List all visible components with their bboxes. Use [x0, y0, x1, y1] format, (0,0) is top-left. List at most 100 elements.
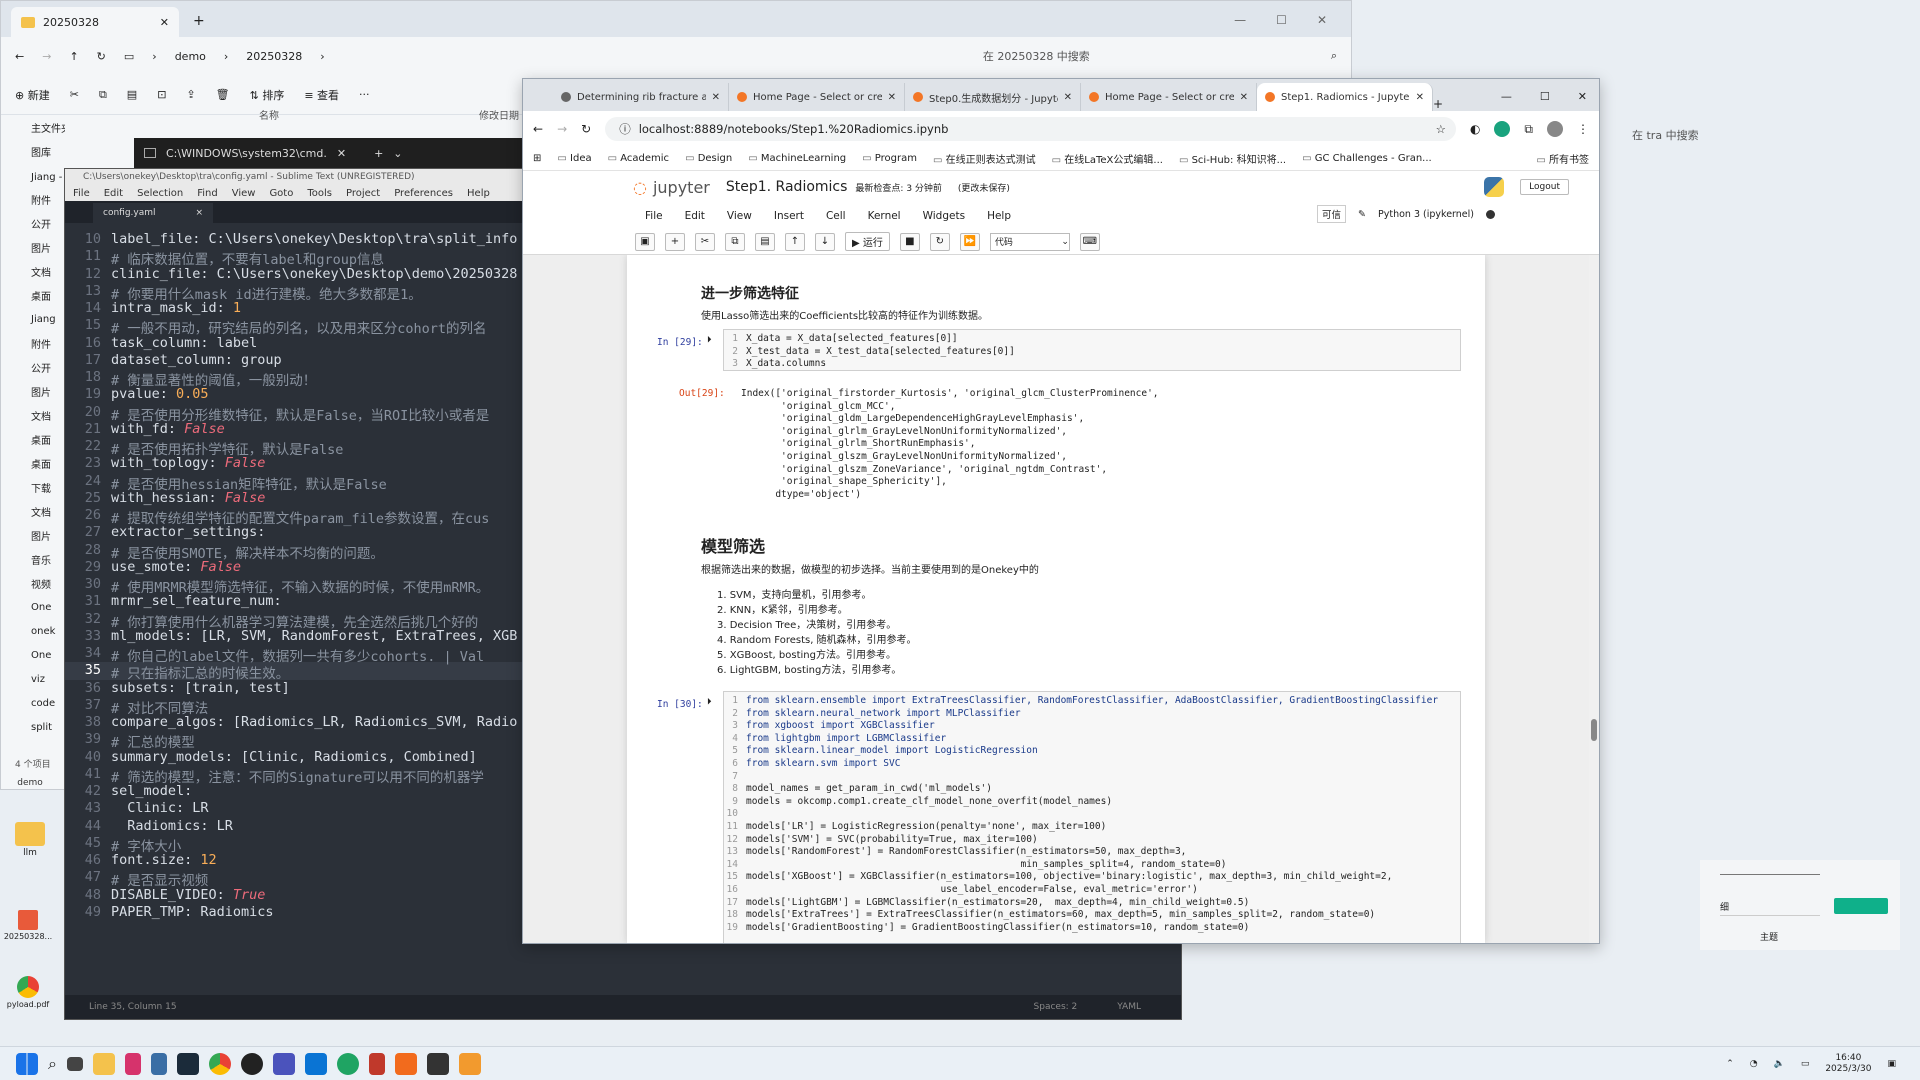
bookmark-item[interactable]: ▭ MachineLearning [748, 153, 846, 164]
close-window-icon[interactable]: ✕ [1317, 13, 1327, 27]
menu-item-help[interactable]: Help [467, 188, 490, 199]
run-cell-icon[interactable]: ⏵ [707, 697, 712, 707]
chrome-icon[interactable] [208, 1052, 231, 1075]
close-icon[interactable]: ✕ [160, 16, 169, 29]
avatar[interactable] [1547, 121, 1563, 137]
scrollbar-thumb[interactable] [1591, 719, 1597, 741]
sidebar-item[interactable]: 桌面 [1, 451, 65, 475]
jupyter-logo-icon[interactable]: ◌ [633, 178, 647, 197]
browser-tab[interactable]: Step1. Radiomics - Jupyter N ✕ [1257, 83, 1433, 111]
menu-item-view[interactable]: View [232, 188, 256, 199]
sidebar-item[interactable]: 视频 [1, 571, 65, 595]
browser-tab[interactable]: Determining rib fracture age ✕ [553, 83, 729, 111]
sublime-app-icon[interactable] [458, 1052, 481, 1075]
sidebar-item[interactable]: Jiang - 个人 [1, 163, 65, 187]
file-explorer-icon[interactable] [92, 1052, 115, 1075]
restart-run-all-icon[interactable]: ⏩ [959, 232, 980, 251]
breadcrumb-demo[interactable]: demo [175, 50, 206, 63]
sidebar-item[interactable]: 附件 [1, 331, 65, 355]
close-icon[interactable]: ✕ [1240, 92, 1248, 103]
jupyter-menu-widgets[interactable]: Widgets [923, 210, 965, 222]
browser-tab[interactable]: Step0.生成数据划分 - Jupyter ✕ [905, 83, 1081, 111]
pink-app-icon[interactable] [124, 1052, 141, 1075]
extension-icon[interactable]: ◐ [1470, 122, 1480, 136]
sidebar-item[interactable]: 下载 [1, 475, 65, 499]
stop-icon[interactable]: ■ [899, 232, 920, 251]
sidebar-item[interactable]: 文档 [1, 259, 65, 283]
url-bar[interactable]: ⓘ localhost:8889/notebooks/Step1.%20Radi… [605, 117, 1456, 141]
bookmark-item[interactable]: ▭ 在线LaTeX公式编辑... [1052, 151, 1163, 166]
browser-tab[interactable]: Home Page - Select or creat ✕ [1081, 83, 1257, 111]
bookmark-item[interactable]: ▭ Academic [608, 153, 669, 164]
background-search-input[interactable]: 在 tra 中搜索 [1632, 122, 1812, 148]
sidebar-item[interactable]: 文档 [1, 403, 65, 427]
back-icon[interactable]: ← [15, 50, 24, 63]
monitor-icon[interactable]: ▭ [124, 50, 134, 63]
code-cell-30[interactable]: 1 from sklearn.ensemble import ExtraTrees… [723, 691, 1461, 943]
sidebar-item[interactable]: onek [1, 619, 65, 643]
minimize-icon[interactable]: — [1501, 90, 1512, 103]
sidebar-item[interactable]: 图片 [1, 379, 65, 403]
bookmark-item[interactable]: ▭ 所有书签 [1536, 151, 1589, 166]
jupyter-menu-kernel[interactable]: Kernel [868, 210, 901, 222]
view-button[interactable]: ≡ 查看 [304, 87, 339, 103]
bookmark-item[interactable]: ▭ Program [862, 153, 917, 164]
menu-item-tools[interactable]: Tools [307, 188, 332, 199]
clock[interactable]: 16:40 2025/3/30 [1825, 1053, 1871, 1075]
close-window-icon[interactable]: ✕ [1578, 90, 1587, 103]
sidebar-item[interactable]: 图片 [1, 523, 65, 547]
sidebar-item[interactable]: One [1, 595, 65, 619]
maximize-icon[interactable]: ☐ [1276, 13, 1287, 27]
trusted-badge[interactable]: 可信 [1317, 205, 1347, 223]
sidebar-item[interactable]: 文档 [1, 499, 65, 523]
paste-icon[interactable]: ▤ [127, 88, 137, 101]
add-cell-icon[interactable]: + [665, 232, 685, 251]
notebook-title[interactable]: Step1. Radiomics [726, 179, 848, 195]
logout-button[interactable]: Logout [1520, 179, 1569, 195]
notebook-scroll-area[interactable]: 进一步筛选特征 使用Lasso筛选出来的Coefficients比较高的特征作为… [523, 255, 1599, 943]
back-icon[interactable]: ← [533, 122, 543, 136]
explorer-tab[interactable]: 20250328 ✕ [11, 7, 179, 37]
desktop-icon-llm[interactable]: llm [6, 822, 54, 858]
keyboard-icon[interactable]: ⌨ [1079, 232, 1100, 251]
cmd-window-titlebar[interactable]: C:\WINDOWS\system32\cmd. ✕ + ⌄ [134, 138, 554, 168]
copy-icon[interactable]: ⧉ [725, 232, 745, 251]
notification-icon[interactable]: ▣ [1887, 1059, 1896, 1069]
menu-item-file[interactable]: File [73, 188, 90, 199]
desktop-icon-file[interactable]: 20250328... [0, 910, 56, 941]
jupyter-menu-edit[interactable]: Edit [685, 210, 705, 222]
breadcrumb-current[interactable]: 20250328 [246, 50, 302, 63]
move-up-icon[interactable]: ↑ [785, 232, 805, 251]
cut-icon[interactable]: ✂ [695, 232, 715, 251]
vscode-icon[interactable] [304, 1052, 327, 1075]
indent-setting[interactable]: Spaces: 2 [1034, 1002, 1078, 1012]
new-button[interactable]: ⊕ 新建 [15, 87, 50, 103]
close-icon[interactable]: × [195, 208, 203, 218]
jupyter-menu-view[interactable]: View [727, 210, 752, 222]
green-app-icon[interactable] [336, 1052, 359, 1075]
red-app-icon[interactable] [368, 1052, 385, 1075]
editor-tab[interactable]: config.yaml × [93, 203, 213, 223]
restart-icon[interactable]: ↻ [929, 232, 950, 251]
bookmark-item[interactable]: ▭ Idea [557, 153, 591, 164]
bookmark-item[interactable]: ▭ GC Challenges - Gran... [1302, 153, 1432, 164]
edit-icon[interactable]: ✎ [1358, 209, 1366, 220]
network-icon[interactable]: ◔ [1750, 1059, 1758, 1069]
sidebar-item[interactable]: code [1, 691, 65, 715]
bookmark-item[interactable]: ▭ Sci-Hub: 科知识将... [1179, 151, 1286, 166]
volume-icon[interactable]: 🔈 [1774, 1059, 1785, 1069]
sidebar-item[interactable]: 图库 [1, 139, 65, 163]
profile-icon[interactable] [1494, 121, 1511, 137]
cut-icon[interactable]: ✂ [70, 88, 79, 101]
sidebar-item[interactable]: viz [1, 667, 65, 691]
paste-icon[interactable]: ▤ [755, 232, 775, 251]
rename-icon[interactable]: ⊡ [157, 88, 166, 101]
bookmark-item[interactable]: ▭ 在线正则表达式测试 [933, 151, 1036, 166]
new-tab-icon[interactable]: + [193, 13, 205, 29]
share-icon[interactable]: ⇪ [186, 88, 195, 101]
close-icon[interactable]: ✕ [888, 92, 896, 103]
close-icon[interactable]: ✕ [712, 92, 720, 103]
close-icon[interactable]: ✕ [1416, 92, 1424, 103]
new-tab-icon[interactable]: + [1433, 97, 1443, 111]
star-icon[interactable]: ☆ [1436, 122, 1446, 136]
